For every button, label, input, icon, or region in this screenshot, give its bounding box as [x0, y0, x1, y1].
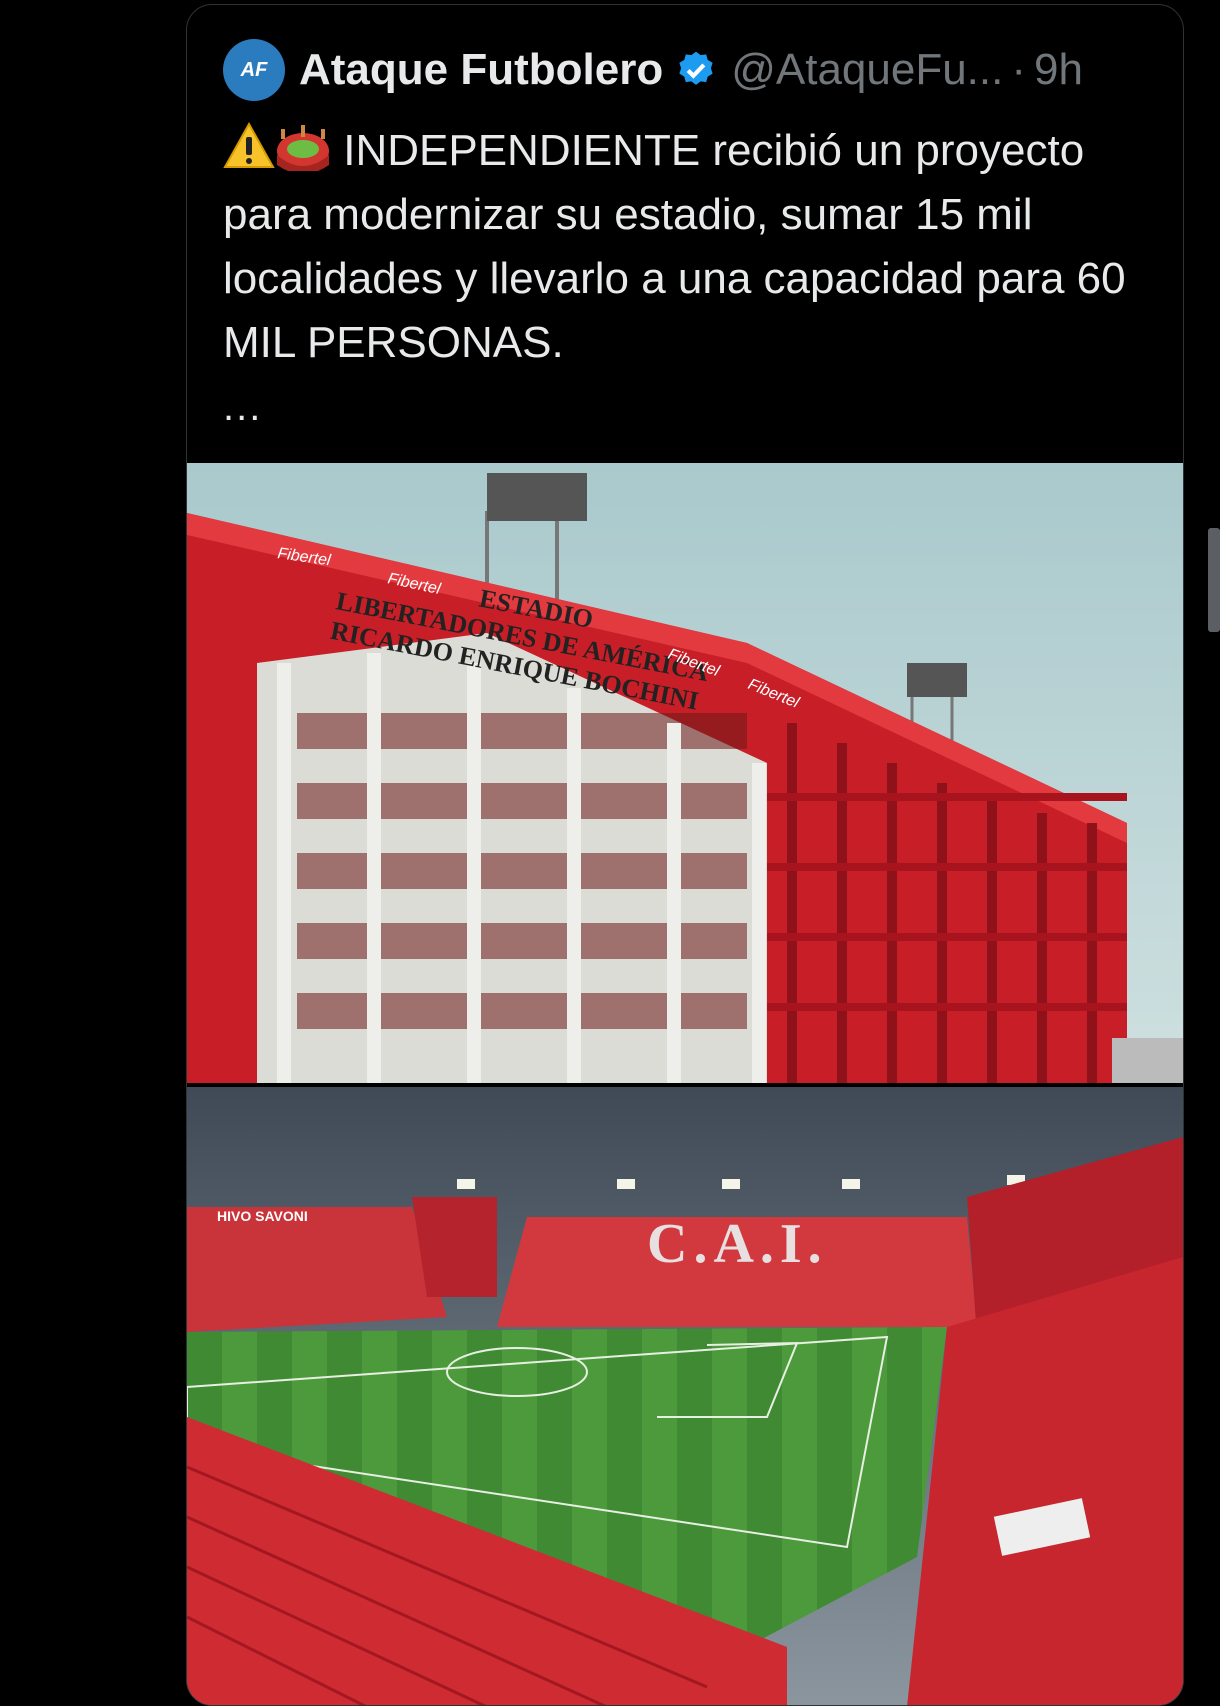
verified-badge-icon: [679, 51, 713, 85]
tweet-header: AF Ataque Futbolero @AtaqueFu... · 9h: [223, 39, 1083, 101]
show-more-ellipsis[interactable]: ...: [223, 385, 262, 430]
warning-icon: [223, 121, 275, 168]
avatar[interactable]: AF: [223, 39, 285, 101]
separator-dot: ·: [1011, 45, 1027, 94]
author-handle[interactable]: @AtaqueFu...: [731, 45, 1003, 95]
stadium-icon: [277, 125, 329, 171]
tweet-text: INDEPENDIENTE recibió un proyecto para m…: [223, 119, 1153, 375]
tweet-time[interactable]: 9h: [1034, 45, 1083, 95]
stand-banner-text: HIVO SAVONI: [217, 1208, 308, 1224]
author-name[interactable]: Ataque Futbolero: [299, 45, 663, 95]
tweet-card[interactable]: AF Ataque Futbolero @AtaqueFu... · 9h IN…: [186, 4, 1184, 1706]
stadium-interior-illustration: C.A.I. HIVO SAVONI: [187, 1087, 1183, 1705]
stadium-exterior-illustration: ESTADIO LIBERTADORES DE AMÉRICA RICARDO …: [187, 463, 1183, 1083]
tweet-image-stadium-interior[interactable]: C.A.I. HIVO SAVONI: [187, 1087, 1183, 1705]
scrollbar[interactable]: [1208, 528, 1220, 632]
tweet-body: INDEPENDIENTE recibió un proyecto para m…: [223, 126, 1126, 367]
stand-cai-text: C.A.I.: [647, 1213, 828, 1275]
tweet-image-stadium-exterior[interactable]: ESTADIO LIBERTADORES DE AMÉRICA RICARDO …: [187, 463, 1183, 1083]
